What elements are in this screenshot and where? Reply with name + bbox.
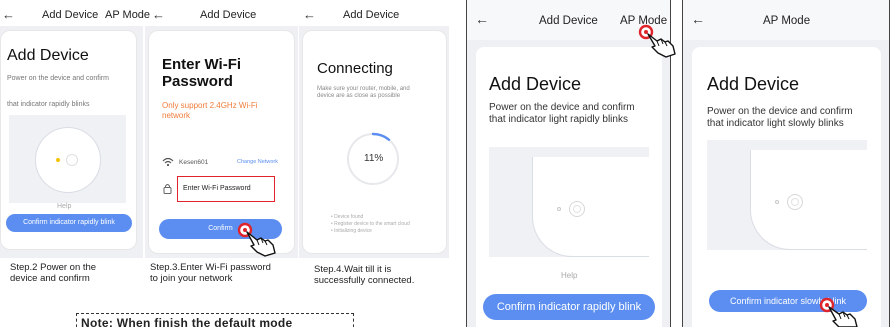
progress-label: 11%: [364, 153, 384, 164]
title-line-2: Password: [162, 73, 233, 90]
indicator-light-icon: [56, 158, 60, 162]
help-link[interactable]: Help: [561, 271, 577, 280]
title-line-1: Enter Wi-Fi: [162, 56, 242, 73]
change-network-link[interactable]: Change Network: [237, 159, 278, 165]
caption-line: Step.4.Wait till it is: [314, 264, 392, 275]
header-title: AP Mode: [763, 15, 811, 27]
confirm-rapid-blink-button[interactable]: Confirm indicator rapidly blink: [6, 214, 132, 232]
back-arrow-icon[interactable]: ←: [691, 11, 705, 27]
caption-line: Step.2 Power on the: [10, 262, 97, 273]
pointing-hand-icon: [237, 222, 276, 257]
device-corner: [532, 157, 649, 257]
ap-mode-link[interactable]: AP Mode: [105, 9, 150, 21]
header-title: Add Device: [42, 9, 99, 21]
checklist-item: • Device found: [331, 214, 364, 220]
back-arrow-icon[interactable]: ←: [2, 7, 15, 22]
checklist-text: Initializing device: [334, 228, 372, 234]
checklist-item: • Initializing device: [331, 228, 372, 234]
add-device-card: Add Device Power on the device and confi…: [476, 47, 662, 327]
back-arrow-icon[interactable]: ←: [475, 11, 489, 27]
card-subtitle-2: that indicator light slowly blinks: [707, 118, 844, 129]
card-subtitle-2: that indicator light rapidly blinks: [489, 114, 628, 125]
checklist-item: • Register device to the smart cloud: [331, 221, 410, 227]
network-name: Kesen601: [179, 159, 209, 166]
pointing-hand-icon: [819, 297, 858, 327]
indicator-light-icon: [557, 207, 561, 211]
header-title: Add Device: [539, 15, 598, 27]
card-subtitle-2: that indicator rapidly blinks: [7, 101, 90, 108]
password-placeholder: Enter Wi-Fi Password: [183, 185, 251, 192]
password-input[interactable]: Enter Wi-Fi Password: [177, 176, 275, 202]
connecting-title: Connecting: [317, 60, 393, 77]
add-device-card: Add Device Power on the device and confi…: [692, 47, 881, 327]
ap-mode-screen: ← AP Mode Add Device Power on the device…: [682, 0, 890, 327]
device-illustration: [489, 147, 649, 257]
card-subtitle-1: Power on the device and confirm: [489, 102, 635, 113]
reset-button-icon: [66, 154, 78, 166]
device-illustration: [9, 115, 126, 203]
device-illustration: [707, 140, 867, 250]
warning-line-2: network: [162, 111, 191, 120]
card-subtitle-1: Power on the device and confirm: [707, 106, 853, 117]
confirm-rapid-blink-button[interactable]: Confirm indicator rapidly blink: [483, 294, 655, 320]
card-title: Add Device: [707, 74, 800, 94]
header-title: Add Device: [343, 9, 400, 21]
wifi-icon: [162, 157, 174, 170]
caption-line: Step.3.Enter Wi-Fi password: [150, 262, 271, 273]
indicator-light-icon: [775, 200, 779, 204]
connecting-subtitle-1: Make sure your router, mobile, and: [317, 86, 410, 92]
card-title: Add Device: [489, 74, 582, 94]
reset-button-inner-icon: [791, 198, 799, 206]
device-corner: [750, 150, 867, 250]
checklist-text: Device found: [334, 214, 364, 220]
header-title: Add Device: [200, 9, 257, 21]
card-title: Add Device: [7, 47, 89, 64]
step3-caption: Step.3.Enter Wi-Fi password to join your…: [150, 262, 271, 284]
screen-header: ← AP Mode: [683, 0, 889, 40]
caption-line: device and confirm: [10, 273, 90, 284]
back-arrow-icon[interactable]: ←: [152, 7, 165, 22]
note-box: Note: When finish the default mode: [76, 313, 354, 327]
step2-caption: Step.2 Power on the device and confirm: [10, 262, 96, 284]
card-subtitle-1: Power on the device and confirm: [7, 75, 109, 82]
connecting-card: Connecting Make sure your router, mobile…: [302, 30, 447, 254]
back-arrow-icon[interactable]: ←: [303, 7, 316, 22]
step4-caption: Step.4.Wait till it is successfully conn…: [314, 264, 414, 286]
help-link[interactable]: Help: [57, 203, 71, 210]
checklist-text: Register device to the smart cloud: [334, 221, 410, 227]
lock-icon: [163, 181, 172, 199]
reset-button-inner-icon: [573, 205, 581, 213]
warning-line-1: Only support 2.4GHz Wi-Fi: [162, 101, 258, 110]
caption-line: successfully connected.: [314, 275, 415, 286]
pointing-hand-icon: [638, 24, 676, 58]
add-device-card: Add Device Power on the device and confi…: [0, 30, 137, 250]
connecting-subtitle-2: device are as close as possible: [317, 93, 401, 99]
caption-line: to join your network: [150, 273, 233, 284]
connection-checklist: • Device found • Register device to the …: [331, 214, 410, 235]
